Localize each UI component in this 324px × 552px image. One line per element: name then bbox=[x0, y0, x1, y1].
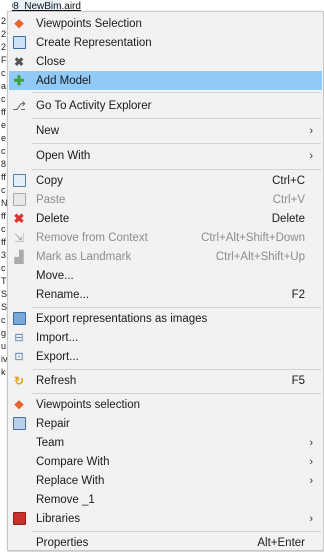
background-text-fragment: 2 bbox=[1, 29, 7, 39]
menu-item-remove-1[interactable]: Remove _1 bbox=[9, 490, 322, 509]
viewpoints-icon: ❖ bbox=[13, 16, 25, 31]
menu-separator bbox=[32, 307, 321, 308]
background-text-fragment: a bbox=[1, 81, 7, 91]
background-text-fragment: ff bbox=[1, 107, 6, 117]
delete-icon: ✖ bbox=[13, 210, 25, 226]
chevron-right-icon: › bbox=[309, 124, 313, 137]
background-text-fragment: 2 bbox=[1, 16, 7, 26]
background-text-fragment: g bbox=[1, 328, 7, 338]
background-text-fragment: e bbox=[1, 120, 7, 130]
create-representation-icon bbox=[11, 35, 27, 51]
background-text-fragment: ff bbox=[1, 211, 6, 221]
remove-context-icon: ⇲ bbox=[13, 230, 25, 245]
menu-item-repair[interactable]: Repair bbox=[9, 414, 322, 433]
menu-item-compare-with[interactable]: Compare With › bbox=[9, 452, 322, 471]
background-text-fragment: c bbox=[1, 185, 6, 195]
menu-item-go-to-activity-explorer[interactable]: ⎇ Go To Activity Explorer bbox=[9, 96, 322, 115]
menu-item-open-with[interactable]: Open With › bbox=[9, 146, 322, 165]
menu-separator bbox=[32, 118, 321, 119]
menu-item-export[interactable]: ⊡ Export... bbox=[9, 347, 322, 366]
menu-item-create-representation[interactable]: Create Representation bbox=[9, 33, 322, 52]
background-text-fragment: 8 bbox=[1, 159, 7, 169]
background-text-fragment: 2 bbox=[1, 42, 7, 52]
add-model-icon: ✚ bbox=[13, 72, 25, 88]
menu-item-libraries[interactable]: Libraries › bbox=[9, 509, 322, 528]
repair-icon bbox=[11, 416, 27, 432]
chevron-right-icon: › bbox=[309, 512, 313, 525]
menu-separator bbox=[32, 369, 321, 370]
menu-item-refresh[interactable]: ↻ Refresh F5 bbox=[9, 371, 322, 390]
viewpoints-icon: ❖ bbox=[13, 397, 25, 412]
close-icon: ✖ bbox=[13, 54, 25, 69]
chevron-right-icon: › bbox=[309, 436, 313, 449]
menu-separator bbox=[32, 531, 321, 532]
menu-item-replace-with[interactable]: Replace With › bbox=[9, 471, 322, 490]
menu-item-copy[interactable]: Copy Ctrl+C bbox=[9, 171, 322, 190]
menu-separator bbox=[32, 92, 321, 93]
menu-item-team[interactable]: Team › bbox=[9, 433, 322, 452]
menu-item-mark-as-landmark[interactable]: ▟ Mark as Landmark Ctrl+Alt+Shift+Up bbox=[9, 247, 322, 266]
background-text-fragment: T bbox=[1, 276, 7, 286]
menu-separator bbox=[32, 143, 321, 144]
menu-item-import[interactable]: ⊟ Import... bbox=[9, 328, 322, 347]
background-text-fragment: F bbox=[1, 55, 7, 65]
export-images-icon bbox=[11, 311, 27, 327]
menu-item-viewpoints-selection-2[interactable]: ❖ Viewpoints selection bbox=[9, 395, 322, 414]
menu-separator bbox=[32, 393, 321, 394]
libraries-icon bbox=[11, 511, 27, 527]
menu-item-viewpoints-selection[interactable]: ❖ Viewpoints Selection bbox=[9, 14, 322, 33]
chevron-right-icon: › bbox=[309, 474, 313, 487]
landmark-icon: ▟ bbox=[14, 249, 24, 264]
background-text-fragment: e bbox=[1, 133, 7, 143]
copy-icon bbox=[11, 173, 27, 189]
menu-item-properties[interactable]: Properties Alt+Enter bbox=[9, 533, 322, 552]
background-text-fragment: ff bbox=[1, 172, 6, 182]
menu-item-close[interactable]: ✖ Close bbox=[9, 52, 322, 71]
menu-item-export-representations-as-images[interactable]: Export representations as images bbox=[9, 309, 322, 328]
background-text-fragment: c bbox=[1, 94, 6, 104]
background-text-fragment: c bbox=[1, 315, 6, 325]
background-text-fragment: u bbox=[1, 341, 7, 351]
menu-item-add-model[interactable]: ✚ Add Model bbox=[9, 71, 322, 90]
menu-item-delete[interactable]: ✖ Delete Delete bbox=[9, 209, 322, 228]
menu-item-new[interactable]: New › bbox=[9, 121, 322, 140]
menu-separator bbox=[32, 169, 321, 170]
refresh-icon: ↻ bbox=[13, 373, 25, 388]
activity-explorer-icon: ⎇ bbox=[12, 98, 26, 113]
background-text-fragment: c bbox=[1, 224, 6, 234]
background-text-fragment: k bbox=[1, 367, 6, 377]
chevron-right-icon: › bbox=[309, 455, 313, 468]
background-text-fragment: c bbox=[1, 146, 6, 156]
menu-item-move[interactable]: Move... bbox=[9, 266, 322, 285]
background-text-fragment: 3 bbox=[1, 250, 7, 260]
import-icon: ⊟ bbox=[14, 331, 24, 344]
background-text-fragment: c bbox=[1, 263, 6, 273]
menu-item-rename[interactable]: Rename... F2 bbox=[9, 285, 322, 304]
background-text-fragment: c bbox=[1, 68, 6, 78]
menu-item-remove-from-context[interactable]: ⇲ Remove from Context Ctrl+Alt+Shift+Dow… bbox=[9, 228, 322, 247]
context-menu: ❖ Viewpoints Selection Create Representa… bbox=[7, 11, 324, 551]
paste-icon bbox=[11, 192, 27, 208]
chevron-right-icon: › bbox=[309, 149, 313, 162]
menu-item-paste[interactable]: Paste Ctrl+V bbox=[9, 190, 322, 209]
export-icon: ⊡ bbox=[14, 350, 24, 363]
background-text-fragment: ff bbox=[1, 237, 6, 247]
